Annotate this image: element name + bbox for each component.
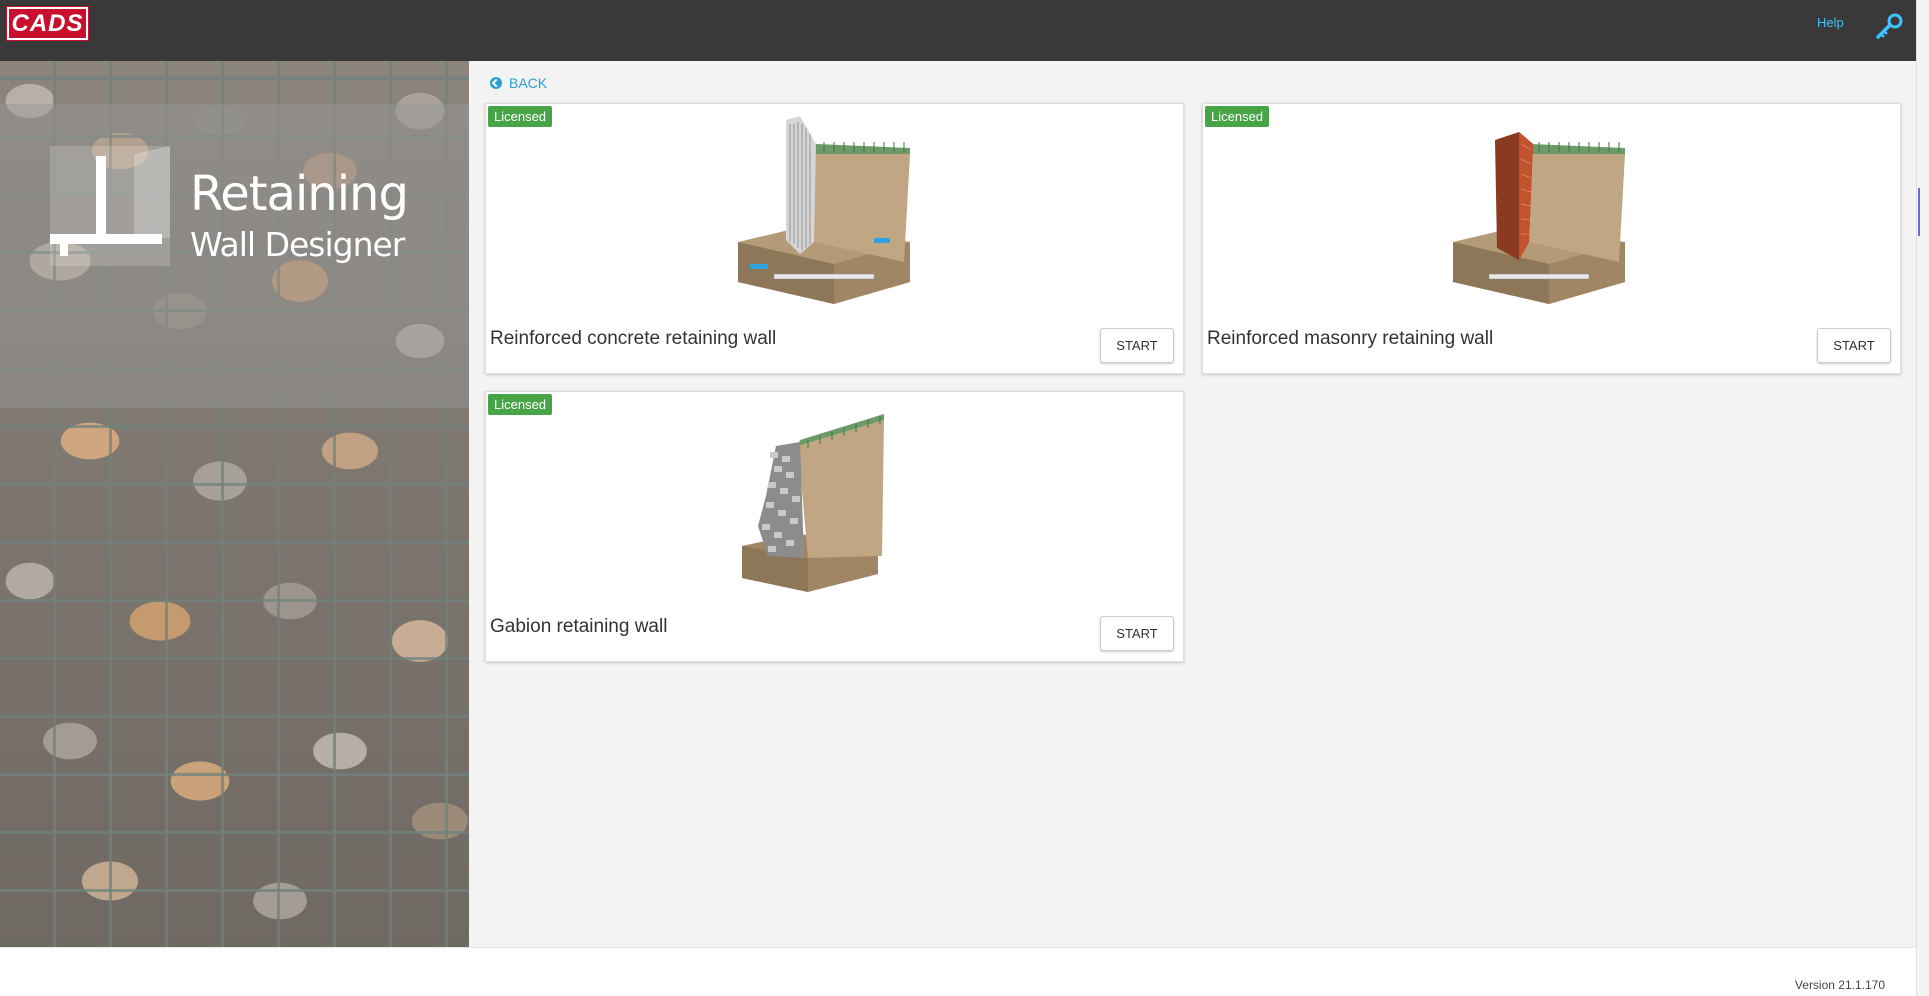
licensed-badge: Licensed xyxy=(1205,106,1270,127)
arrow-left-circle-icon xyxy=(490,77,502,89)
card-title: Reinforced masonry retaining wall xyxy=(1207,328,1494,349)
logo-text: CADS xyxy=(11,9,84,37)
footer: Version 21.1.170 xyxy=(0,947,1916,996)
scrollbar-thumb[interactable] xyxy=(1918,188,1920,236)
card-title: Reinforced concrete retaining wall xyxy=(490,328,777,349)
module-card-gabion[interactable]: Licensed Gabion retaining wall START xyxy=(485,391,1184,662)
app-title-secondary: Wall Designer xyxy=(190,225,405,264)
start-button[interactable]: START xyxy=(1100,328,1174,363)
licensed-badge: Licensed xyxy=(488,106,553,127)
key-wrench-icon[interactable] xyxy=(1874,12,1904,40)
sidebar-hero-image: Retaining Wall Designer xyxy=(0,61,469,947)
cads-logo[interactable]: CADS xyxy=(6,6,89,41)
retaining-wall-logo-icon xyxy=(50,146,170,266)
licensed-badge: Licensed xyxy=(488,394,553,415)
back-label: BACK xyxy=(509,75,548,91)
module-card-reinforced-concrete[interactable]: Licensed Reinforced concrete retaining w… xyxy=(485,103,1184,374)
top-bar: CADS Help xyxy=(0,0,1916,61)
app-title-primary: Retaining xyxy=(190,166,409,222)
start-button[interactable]: START xyxy=(1817,328,1891,363)
version-label: Version 21.1.170 xyxy=(1794,978,1885,992)
card-title: Gabion retaining wall xyxy=(490,616,668,637)
back-button[interactable]: BACK xyxy=(490,75,547,91)
scrollbar[interactable] xyxy=(1916,0,1929,996)
start-button[interactable]: START xyxy=(1100,616,1174,651)
reinforced-masonry-wall-illustration xyxy=(1453,132,1625,304)
help-link[interactable]: Help xyxy=(1817,15,1844,30)
reinforced-concrete-wall-illustration xyxy=(738,116,910,304)
gabion-wall-illustration xyxy=(742,414,884,592)
module-card-reinforced-masonry[interactable]: Licensed Reinforced masonry retaining wa… xyxy=(1202,103,1901,374)
